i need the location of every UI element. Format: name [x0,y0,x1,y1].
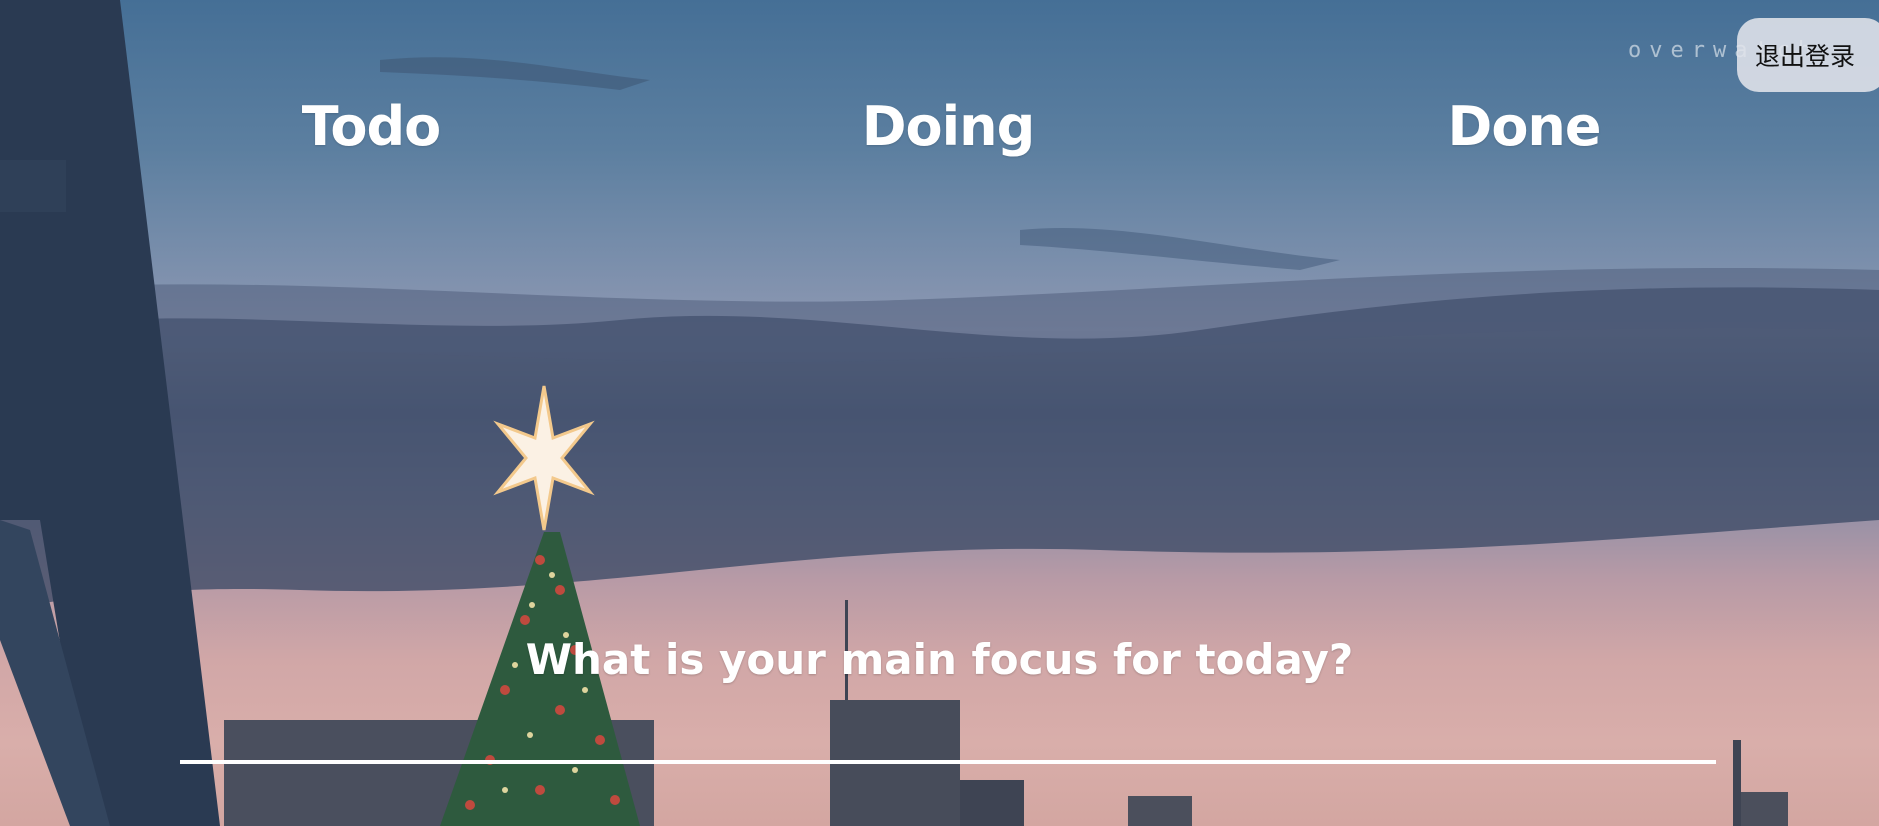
building-5 [1740,792,1788,826]
focus-input[interactable] [180,700,1716,764]
board-columns: Todo Doing Done [0,92,1879,162]
column-title-doing: Doing [861,95,1036,158]
column-title-done: Done [1447,95,1602,158]
steel-bar [0,160,66,212]
focus-question: What is your main focus for today? [525,635,1354,684]
antenna-2 [1733,740,1741,826]
column-title-todo: Todo [301,95,442,158]
cloud-wisps [380,57,650,90]
building-4 [1128,796,1192,826]
building-3 [960,780,1024,826]
logout-button[interactable]: 退出登录 [1737,18,1879,92]
cloud-wisps-2 [1020,227,1340,270]
